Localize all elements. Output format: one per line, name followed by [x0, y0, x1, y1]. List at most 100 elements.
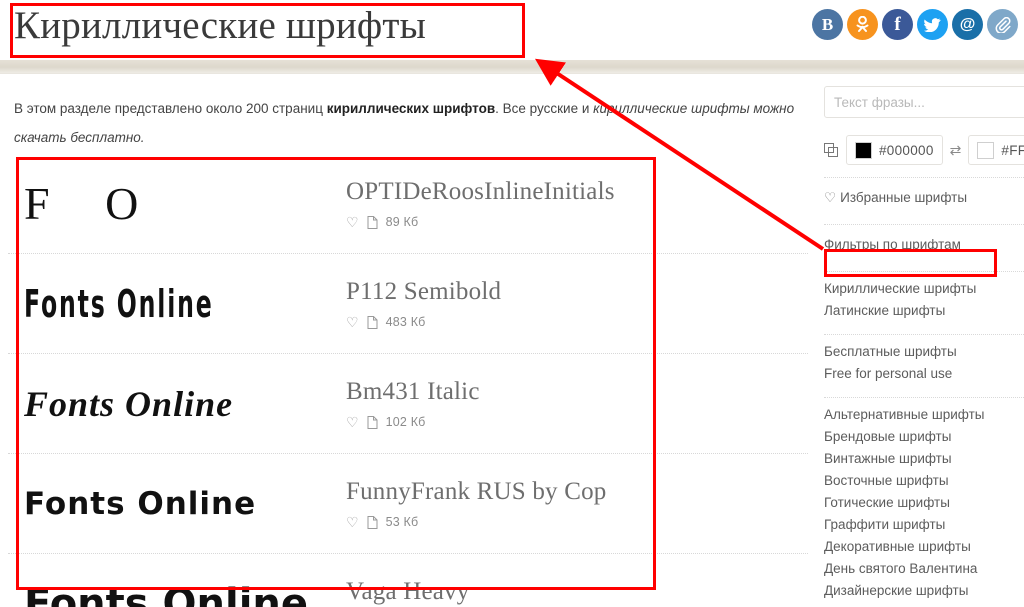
- sidebar-item-label: Избранные шрифты: [840, 190, 968, 205]
- font-list: F O OPTIDeRoosInlineInitials ♡ 89 Кб Fon…: [8, 154, 808, 607]
- font-preview-wrap: Fonts Online: [8, 282, 338, 326]
- filters-group: Фильтры по шрифтам: [824, 225, 1024, 259]
- document-icon: [367, 315, 378, 329]
- license-group: Бесплатные шрифты Free for personal use: [824, 335, 1024, 385]
- sidebar-item-label: Брендовые шрифты: [824, 429, 952, 444]
- section-description: В этом разделе представлено около 200 ст…: [14, 94, 796, 152]
- font-sub: ♡ 102 Кб: [346, 415, 808, 429]
- font-meta: Vaga Heavy ♡: [338, 578, 808, 607]
- sidebar-item-cyrillic[interactable]: Кириллические шрифты: [824, 278, 1024, 300]
- sidebar-item-vintage[interactable]: Винтажные шрифты: [824, 448, 1024, 470]
- table-row[interactable]: Fonts Online FunnyFrank RUS by Cop ♡ 53 …: [8, 454, 808, 554]
- intro-bold: кириллических шрифтов: [326, 101, 496, 116]
- font-size-label: 53 Кб: [385, 515, 419, 529]
- table-row[interactable]: Fonts Online P112 Semibold ♡ 483 Кб: [8, 254, 808, 354]
- script-group: Кириллические шрифты Латинские шрифты: [824, 272, 1024, 322]
- font-preview[interactable]: Fonts Online: [8, 486, 338, 522]
- sidebar-item-graffiti[interactable]: Граффити шрифты: [824, 514, 1024, 536]
- twitter-icon[interactable]: [917, 9, 948, 40]
- intro-part-1: В этом разделе представлено около 200 ст…: [14, 101, 327, 116]
- layers-icon[interactable]: [824, 142, 839, 158]
- sidebar-item-label: Латинские шрифты: [824, 303, 946, 318]
- color-controls: #000000 ⇄ #FFFFFF: [824, 135, 1024, 165]
- sidebar-item-brand[interactable]: Брендовые шрифты: [824, 426, 1024, 448]
- document-icon: [367, 415, 378, 429]
- sidebar-item-latin[interactable]: Латинские шрифты: [824, 300, 1024, 322]
- background-color-value: #FFFFFF: [1001, 142, 1024, 158]
- sidebar-item-label: Восточные шрифты: [824, 473, 949, 488]
- sidebar: #000000 ⇄ #FFFFFF ♡Избранные шрифты Филь…: [812, 74, 1024, 607]
- foreground-swatch[interactable]: [855, 141, 872, 159]
- sidebar-item-label: Кириллические шрифты: [824, 281, 977, 296]
- table-row[interactable]: Fonts Online Vaga Heavy ♡: [8, 554, 808, 607]
- foreground-color-field[interactable]: #000000: [846, 135, 943, 165]
- sidebar-item-designer[interactable]: Дизайнерские шрифты: [824, 580, 1024, 602]
- sidebar-item-label: День святого Валентина: [824, 561, 978, 576]
- font-meta: Bm431 Italic ♡ 102 Кб: [338, 378, 808, 429]
- font-name[interactable]: Vaga Heavy: [346, 578, 808, 606]
- font-meta: OPTIDeRoosInlineInitials ♡ 89 Кб: [338, 178, 808, 229]
- font-size-label: 483 Кб: [385, 315, 426, 329]
- heart-icon[interactable]: ♡: [346, 415, 359, 429]
- font-sub: ♡ 53 Кб: [346, 515, 808, 529]
- sidebar-item-label: Готические шрифты: [824, 495, 950, 510]
- intro-part-2: . Все русские и: [495, 101, 594, 116]
- heart-icon[interactable]: ♡: [346, 215, 359, 229]
- page-title: Кириллические шрифты: [14, 4, 427, 47]
- font-size-label: 102 Кб: [385, 415, 426, 429]
- background-swatch[interactable]: [977, 141, 995, 159]
- sidebar-item-free-fonts[interactable]: Бесплатные шрифты: [824, 341, 1024, 363]
- font-preview[interactable]: F O: [8, 177, 338, 230]
- sidebar-item-decorative[interactable]: Декоративные шрифты: [824, 536, 1024, 558]
- link-icon[interactable]: [987, 9, 1018, 40]
- swap-icon[interactable]: ⇄: [950, 142, 962, 159]
- mailru-icon[interactable]: @: [952, 9, 983, 40]
- heart-icon[interactable]: ♡: [346, 515, 359, 529]
- font-preview[interactable]: Fonts Online: [8, 581, 338, 607]
- odnoklassniki-icon[interactable]: [847, 9, 878, 40]
- sidebar-item-oriental[interactable]: Восточные шрифты: [824, 470, 1024, 492]
- sidebar-item-free-personal-use[interactable]: Free for personal use: [824, 363, 1024, 385]
- main-content: В этом разделе представлено около 200 ст…: [0, 74, 812, 607]
- font-size-label: 89 Кб: [385, 215, 419, 229]
- foreground-color-value: #000000: [879, 142, 934, 158]
- sidebar-item-label: Альтернативные шрифты: [824, 407, 985, 422]
- sidebar-item-favorites[interactable]: ♡ Избранные шрифты: [824, 184, 1024, 212]
- font-preview[interactable]: Fonts Online: [24, 282, 338, 326]
- background-color-field[interactable]: #FFFFFF: [968, 135, 1024, 165]
- category-group: Альтернативные шрифты Брендовые шрифты В…: [824, 398, 1024, 607]
- font-name[interactable]: P112 Semibold: [346, 278, 808, 306]
- sidebar-item-filters[interactable]: Фильтры по шрифтам: [824, 231, 1024, 259]
- sidebar-item-label: Фильтры по шрифтам: [824, 237, 961, 252]
- font-preview[interactable]: Fonts Online: [8, 383, 338, 425]
- site-header: Кириллические шрифты B f @: [0, 0, 1024, 60]
- social-share-bar: B f @: [812, 9, 1018, 40]
- heart-icon: ♡: [824, 190, 837, 205]
- search-input[interactable]: [824, 86, 1024, 118]
- sidebar-item-alternative[interactable]: Альтернативные шрифты: [824, 404, 1024, 426]
- sidebar-item-label: Бесплатные шрифты: [824, 344, 957, 359]
- sidebar-item-label: Декоративные шрифты: [824, 539, 971, 554]
- document-icon: [367, 515, 378, 529]
- header-divider-strip: [0, 60, 1024, 74]
- sidebar-item-label: Граффити шрифты: [824, 517, 946, 532]
- sidebar-item-label: Винтажные шрифты: [824, 451, 952, 466]
- table-row[interactable]: F O OPTIDeRoosInlineInitials ♡ 89 Кб: [8, 154, 808, 254]
- font-meta: P112 Semibold ♡ 483 Кб: [338, 278, 808, 329]
- font-name[interactable]: FunnyFrank RUS by Cop: [346, 478, 808, 506]
- sidebar-item-label: Дизайнерские шрифты: [824, 583, 969, 598]
- font-name[interactable]: Bm431 Italic: [346, 378, 808, 406]
- heart-icon[interactable]: ♡: [346, 315, 359, 329]
- font-name[interactable]: OPTIDeRoosInlineInitials: [346, 178, 808, 206]
- font-meta: FunnyFrank RUS by Cop ♡ 53 Кб: [338, 478, 808, 529]
- font-sub: ♡ 483 Кб: [346, 315, 808, 329]
- sidebar-item-capitals[interactable]: Заглавные шрифты: [824, 602, 1024, 607]
- sidebar-item-gothic[interactable]: Готические шрифты: [824, 492, 1024, 514]
- facebook-icon[interactable]: f: [882, 9, 913, 40]
- favorites-group: ♡ Избранные шрифты: [824, 178, 1024, 212]
- sidebar-item-label: Free for personal use: [824, 366, 953, 381]
- vk-icon[interactable]: B: [812, 9, 843, 40]
- font-sub: ♡ 89 Кб: [346, 215, 808, 229]
- table-row[interactable]: Fonts Online Bm431 Italic ♡ 102 Кб: [8, 354, 808, 454]
- sidebar-item-valentines[interactable]: День святого Валентина: [824, 558, 1024, 580]
